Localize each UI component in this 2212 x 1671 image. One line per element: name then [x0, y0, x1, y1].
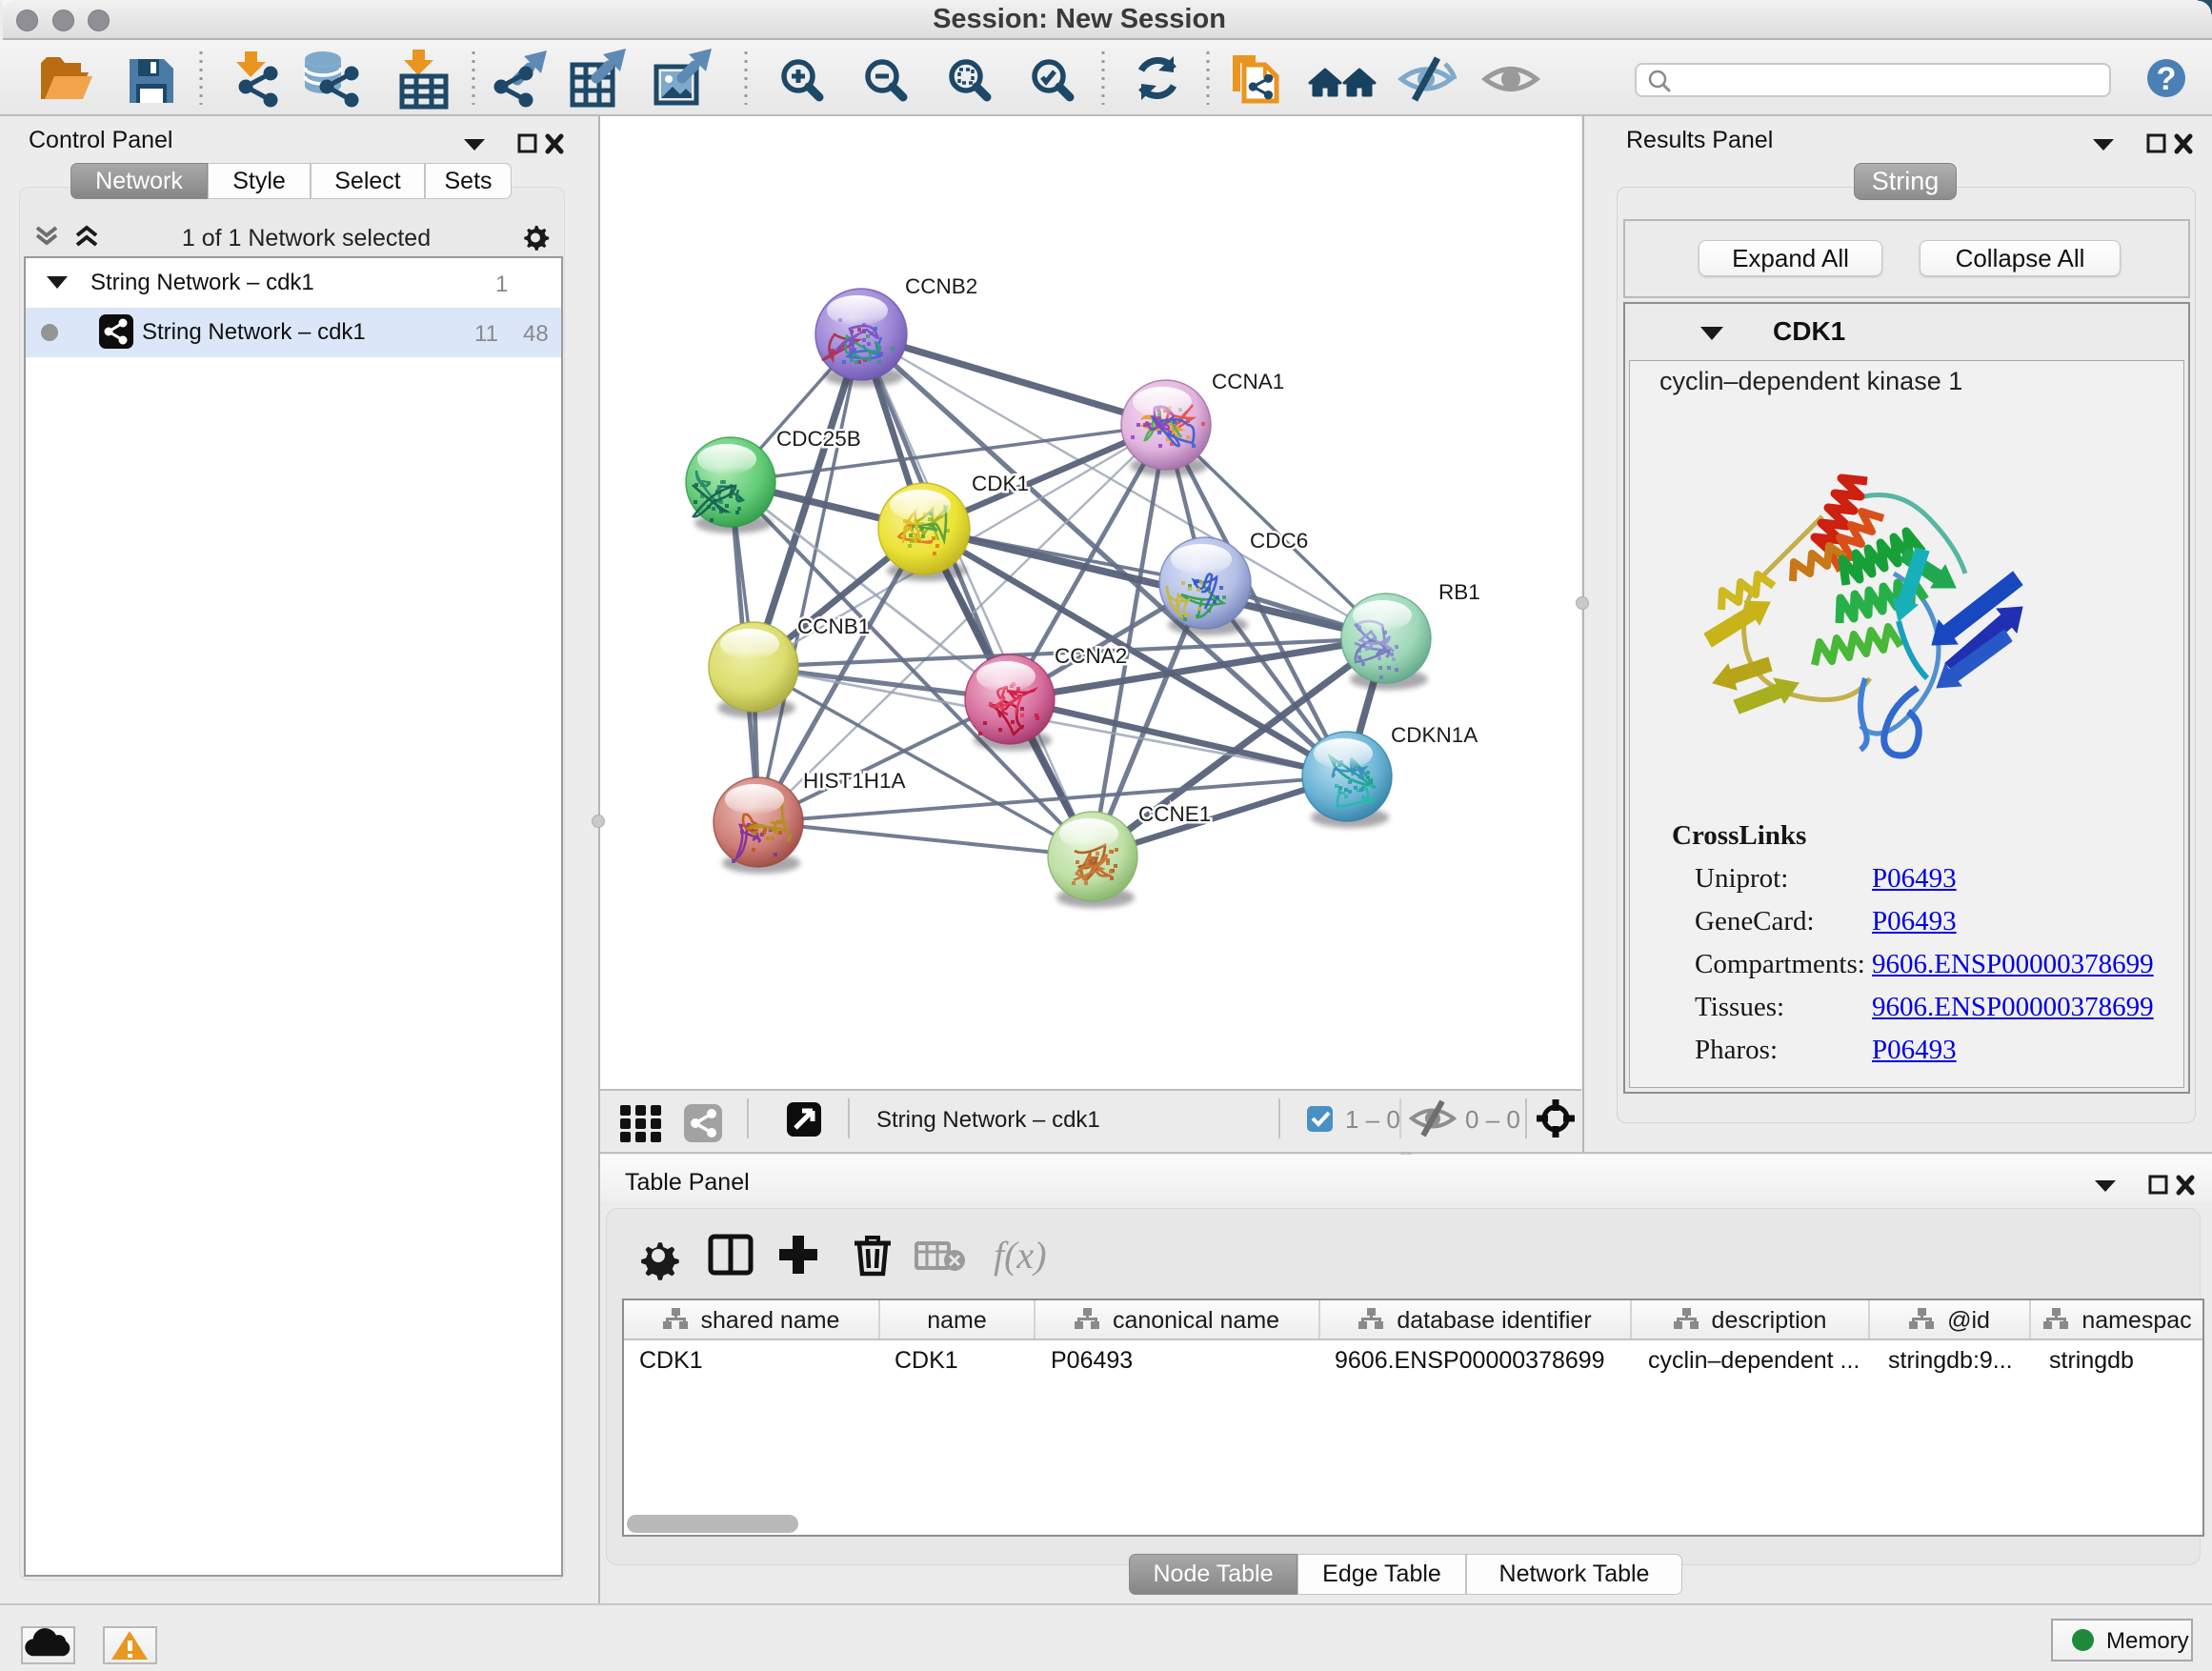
svg-text:?: ? [2157, 61, 2177, 97]
svg-text:0 – 0: 0 – 0 [1465, 1105, 1520, 1134]
svg-text:String Network – cdk1: String Network – cdk1 [876, 1107, 1100, 1133]
svg-text:CCNB2: CCNB2 [905, 274, 977, 298]
svg-text:f(x): f(x) [994, 1234, 1047, 1277]
svg-text:CDK1: CDK1 [972, 472, 1029, 495]
svg-text:CCNE1: CCNE1 [1138, 802, 1211, 826]
svg-text:1 – 0: 1 – 0 [1345, 1105, 1400, 1134]
svg-text:CCNB1: CCNB1 [797, 614, 870, 638]
svg-text:CDKN1A: CDKN1A [1391, 723, 1478, 747]
svg-text:CCNA1: CCNA1 [1212, 370, 1284, 393]
svg-text:CDC25B: CDC25B [776, 427, 861, 451]
svg-text:CCNA2: CCNA2 [1055, 644, 1127, 668]
svg-text:HIST1H1A: HIST1H1A [803, 769, 906, 793]
svg-text:RB1: RB1 [1438, 580, 1480, 604]
svg-text:CDC6: CDC6 [1250, 529, 1308, 553]
